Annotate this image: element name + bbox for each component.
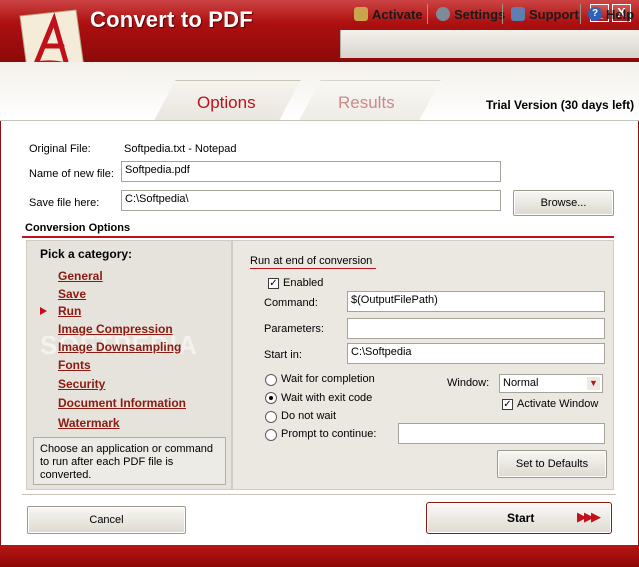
support-button[interactable]: Support <box>507 3 583 25</box>
toolbar-separator <box>427 4 428 24</box>
support-label: Support <box>529 6 579 22</box>
settings-button[interactable]: Settings <box>432 3 509 25</box>
start-in-label: Start in: <box>264 349 302 361</box>
category-run[interactable]: Run <box>58 304 81 318</box>
help-icon: ? <box>588 7 602 21</box>
enabled-checkbox[interactable]: ✓ <box>268 278 279 289</box>
toolbar-separator <box>580 4 581 24</box>
do-not-wait-label: Do not wait <box>281 410 337 422</box>
chevron-down-icon[interactable]: ▼ <box>587 377 600 390</box>
selected-arrow-icon <box>40 307 47 315</box>
tab-options-label[interactable]: Options <box>197 93 256 113</box>
category-save[interactable]: Save <box>58 287 86 301</box>
activate-label: Activate <box>372 6 423 22</box>
wait-exit-code-label: Wait with exit code <box>281 392 373 404</box>
command-input[interactable]: $(OutputFilePath) <box>347 291 605 312</box>
conversion-options-divider <box>22 236 614 238</box>
category-hint: Choose an application or command to run … <box>33 437 226 485</box>
new-name-label: Name of new file: <box>29 168 114 180</box>
enabled-label: Enabled <box>283 277 324 289</box>
toolbar-separator <box>502 4 503 24</box>
activate-window-label: Activate Window <box>517 398 599 410</box>
save-location-input[interactable]: C:\Softpedia\ <box>121 190 501 211</box>
pick-category-title: Pick a category: <box>40 247 133 261</box>
help-label: Help <box>606 6 635 22</box>
category-fonts[interactable]: Fonts <box>58 358 91 372</box>
conversion-options-title: Conversion Options <box>25 222 131 234</box>
help-button[interactable]: ? Help <box>584 3 638 25</box>
toolbar <box>340 30 639 58</box>
new-name-input[interactable]: Softpedia.pdf <box>121 161 501 182</box>
run-section-title: Run at end of conversion <box>250 255 373 267</box>
window-title: Convert to PDF <box>90 7 253 32</box>
category-image-compression[interactable]: Image Compression <box>58 322 173 336</box>
wait-exit-code-radio[interactable] <box>265 392 277 404</box>
people-icon <box>511 7 525 21</box>
footer-bar <box>0 545 639 567</box>
save-location-label: Save file here: <box>29 197 100 209</box>
key-icon <box>354 7 368 21</box>
cancel-button[interactable]: Cancel <box>27 506 186 534</box>
category-security[interactable]: Security <box>58 377 105 391</box>
prompt-continue-input[interactable] <box>398 423 605 444</box>
activate-button[interactable]: Activate <box>350 3 427 25</box>
do-not-wait-radio[interactable] <box>265 411 277 423</box>
category-image-downsampling[interactable]: Image Downsampling <box>58 340 181 354</box>
trial-version-text: Trial Version (30 days left) <box>486 98 635 112</box>
start-button[interactable]: Start ▶▶▶ <box>426 502 612 534</box>
gear-icon <box>436 7 450 21</box>
start-label: Start <box>507 511 535 525</box>
parameters-label: Parameters: <box>264 323 324 335</box>
prompt-continue-radio[interactable] <box>265 429 277 441</box>
window-select-value: Normal <box>503 377 539 389</box>
command-label: Command: <box>264 297 318 309</box>
tab-divider <box>0 120 639 121</box>
run-section-divider <box>250 268 376 269</box>
set-defaults-button[interactable]: Set to Defaults <box>497 450 607 478</box>
start-in-input[interactable]: C:\Softpedia <box>347 343 605 364</box>
parameters-input[interactable] <box>347 318 605 339</box>
settings-label: Settings <box>454 6 506 22</box>
category-general[interactable]: General <box>58 269 103 283</box>
wait-completion-label: Wait for completion <box>281 373 375 385</box>
activate-window-checkbox[interactable]: ✓ <box>502 399 513 410</box>
tab-results-label[interactable]: Results <box>338 93 395 113</box>
original-file-label: Original File: <box>29 143 91 155</box>
wait-completion-radio[interactable] <box>265 374 277 386</box>
category-document-information[interactable]: Document Information <box>58 396 186 410</box>
window-select[interactable]: Normal ▼ <box>499 374 603 393</box>
original-file-value: Softpedia.txt - Notepad <box>124 143 237 155</box>
category-watermark[interactable]: Watermark <box>58 416 120 430</box>
prompt-continue-label: Prompt to continue: <box>281 428 377 440</box>
window-label: Window: <box>447 377 490 389</box>
start-arrows-icon: ▶▶▶ <box>577 509 601 524</box>
browse-button[interactable]: Browse... <box>513 190 614 216</box>
footer-divider <box>22 494 616 495</box>
